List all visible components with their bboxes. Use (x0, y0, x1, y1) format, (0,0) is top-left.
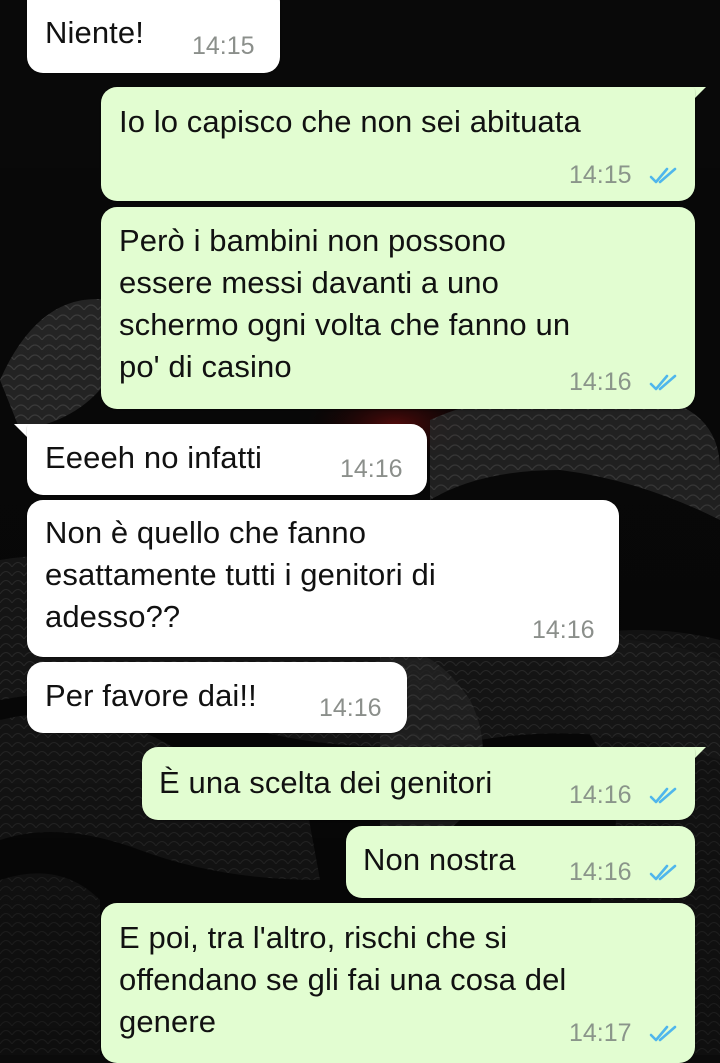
message-text: Niente! (45, 15, 144, 50)
message-time: 14:16 (569, 368, 632, 396)
message-bubble-outgoing[interactable]: Io lo capisco che non sei abituata 14:15 (101, 87, 695, 201)
message-time: 14:16 (569, 858, 632, 886)
message-list[interactable]: Niente! 14:15 Io lo capisco che non sei … (0, 0, 720, 1063)
message-time: 14:15 (192, 32, 255, 60)
message-time: 14:16 (532, 616, 595, 644)
message-text: E poi, tra l'altro, rischi che si offend… (119, 920, 567, 1039)
double-check-icon (649, 374, 677, 391)
message-bubble-incoming[interactable]: Eeeeh no infatti 14:16 (27, 424, 427, 495)
message-time: 14:16 (340, 455, 403, 483)
message-time: 14:15 (569, 161, 632, 189)
message-text: Eeeeh no infatti (45, 440, 263, 475)
message-bubble-outgoing[interactable]: E poi, tra l'altro, rischi che si offend… (101, 903, 695, 1063)
message-bubble-outgoing[interactable]: È una scelta dei genitori 14:16 (142, 747, 695, 820)
message-bubble-outgoing[interactable]: Però i bambini non possono essere messi … (101, 207, 695, 409)
message-text: Non è quello che fanno esattamente tutti… (45, 515, 436, 634)
message-time: 14:16 (319, 694, 382, 722)
message-bubble-incoming[interactable]: Niente! 14:15 (27, 0, 280, 73)
message-text: Non nostra (363, 842, 516, 877)
message-bubble-incoming[interactable]: Non è quello che fanno esattamente tutti… (27, 500, 619, 657)
message-text: Però i bambini non possono essere messi … (119, 223, 571, 384)
message-bubble-outgoing[interactable]: Non nostra 14:16 (346, 826, 695, 898)
message-text: Per favore dai!! (45, 678, 257, 713)
message-time: 14:17 (569, 1019, 632, 1047)
double-check-icon (649, 864, 677, 881)
double-check-icon (649, 1025, 677, 1042)
message-text: È una scelta dei genitori (159, 765, 493, 800)
message-text: Io lo capisco che non sei abituata (119, 104, 581, 139)
double-check-icon (649, 787, 677, 804)
message-bubble-incoming[interactable]: Per favore dai!! 14:16 (27, 662, 407, 733)
double-check-icon (649, 167, 677, 184)
message-time: 14:16 (569, 781, 632, 809)
